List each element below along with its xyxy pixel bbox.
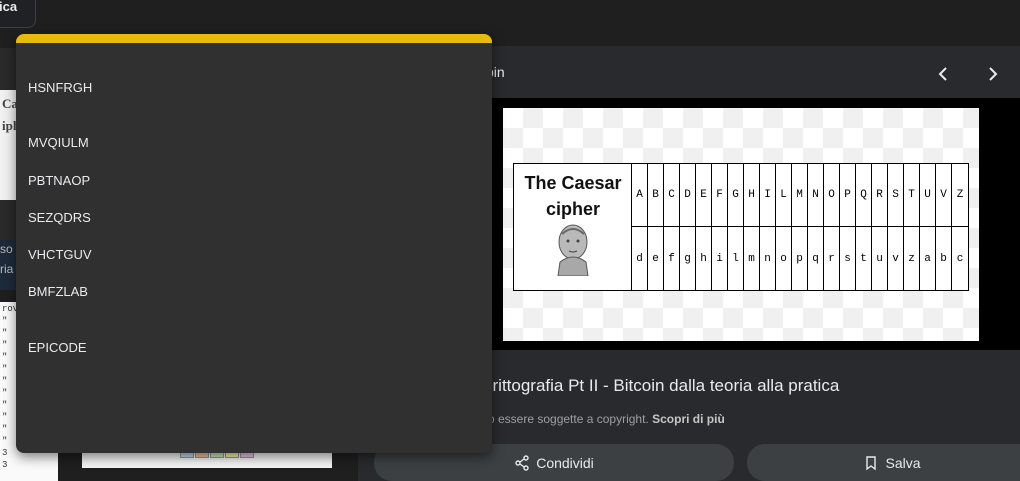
document-text-line: " (2, 412, 8, 422)
cipher-plain-letter: M (792, 164, 808, 227)
background-chip-label: ica (0, 0, 18, 14)
cipher-shifted-letter: v (888, 227, 904, 290)
dropdown-item[interactable]: PBTNAOP (28, 173, 90, 188)
cipher-shifted-letter: f (664, 227, 680, 290)
cipher-shifted-letter: d (632, 227, 648, 290)
cipher-plain-letter: V (936, 164, 952, 227)
cipher-shifted-letter: i (712, 227, 728, 290)
cipher-shifted-letter: e (648, 227, 664, 290)
thumbnail-text: so (0, 242, 13, 256)
document-text-line: " (2, 436, 8, 446)
cipher-shifted-letter: a (920, 227, 936, 290)
save-button[interactable]: Salva (747, 444, 1020, 481)
cipher-plain-letter: B (648, 164, 664, 227)
copyright-notice: ro essere soggette a copyright. Scopri d… (484, 412, 725, 426)
cipher-plain-letter: R (872, 164, 888, 227)
share-icon (515, 454, 529, 471)
cipher-plain-letter: C (664, 164, 680, 227)
dropdown-item[interactable]: EPICODE (28, 340, 87, 355)
cipher-plain-letter: T (904, 164, 920, 227)
dropdown-item[interactable]: MVQIULM (28, 135, 89, 150)
copyright-text: ro essere soggette a copyright. (484, 412, 649, 426)
cipher-alphabet-grid: ABCDEFGHILMNOPQRSTUVZdefghilmnopqrstuvza… (632, 164, 968, 290)
cipher-shifted-letter: b (936, 227, 952, 290)
dropdown-item[interactable]: HSNFRGH (28, 80, 92, 95)
bookmark-icon (866, 455, 877, 470)
thumbnail-text: ria (0, 262, 14, 276)
caesar-cipher-table: The Caesar cipher ABCDEFGHILMNOPQRSTUVZd… (513, 163, 969, 291)
cipher-plain-letter: H (744, 164, 760, 227)
cipher-plain-letter: Z (952, 164, 968, 227)
cipher-plain-letter: I (760, 164, 776, 227)
dropdown-item[interactable]: VHCTGUV (28, 247, 92, 262)
share-label: Condividi (536, 454, 594, 471)
save-label: Salva (885, 454, 921, 471)
cipher-shifted-letter: g (680, 227, 696, 290)
learn-more-link[interactable]: Scopri di più (652, 412, 725, 426)
document-text-line: " (2, 328, 8, 338)
cipher-shifted-letter: r (824, 227, 840, 290)
preview-image[interactable]: The Caesar cipher ABCDEFGHILMNOPQRSTUVZd… (503, 108, 979, 341)
document-text-line: " (2, 364, 8, 374)
cipher-shifted-letter: t (856, 227, 872, 290)
dropdown-accent-bar (16, 34, 492, 43)
cipher-plain-letter: L (776, 164, 792, 227)
cipher-plain-letter: D (680, 164, 696, 227)
cipher-plain-letter: O (824, 164, 840, 227)
cipher-shifted-letter: p (792, 227, 808, 290)
cipher-plain-letter: N (808, 164, 824, 227)
document-text-line: " (2, 352, 8, 362)
document-text-line: 3 (2, 460, 8, 470)
previous-button[interactable] (930, 60, 958, 88)
cipher-plain-letter: F (712, 164, 728, 227)
cipher-shifted-letter: o (776, 227, 792, 290)
result-title[interactable]: crittografia Pt II - Bitcoin dalla teori… (484, 376, 839, 396)
dropdown-item[interactable]: SEZQDRS (28, 210, 91, 225)
next-button[interactable] (978, 60, 1006, 88)
cipher-header-cell: The Caesar cipher (514, 164, 632, 290)
cipher-plain-letter: S (888, 164, 904, 227)
cipher-plain-letter: A (632, 164, 648, 227)
caesar-bust-icon (557, 224, 589, 276)
cipher-shifted-letter: h (696, 227, 712, 290)
cipher-shifted-letter: u (872, 227, 888, 290)
cipher-shifted-letter: c (956, 252, 964, 265)
cipher-shifted-letter: n (760, 227, 776, 290)
cipher-shifted-letter: z (904, 227, 920, 290)
cipher-shifted-letter: q (808, 227, 824, 290)
cipher-plain-letter: P (840, 164, 856, 227)
cipher-shifted-letter: s (840, 227, 856, 290)
cipher-shifted-letter: l (728, 227, 744, 290)
document-text-line: " (2, 400, 8, 410)
document-text-line: " (2, 316, 8, 326)
cipher-shifted-letter: m (744, 227, 760, 290)
cipher-title: The Caesar cipher (524, 173, 622, 219)
cipher-plain-letter: G (728, 164, 744, 227)
dropdown-item[interactable]: BMFZLAB (28, 284, 88, 299)
cipher-plain-letter: Q (856, 164, 872, 227)
chevron-right-icon (989, 67, 998, 81)
suggestions-dropdown: HSNFRGH MVQIULM PBTNAOP SEZQDRS VHCTGUV … (16, 34, 492, 453)
document-text-line: " (2, 388, 8, 398)
document-text-line: " (2, 424, 8, 434)
chevron-left-icon (938, 67, 947, 81)
document-text-line: 3 (2, 448, 8, 458)
cipher-plain-letter: E (696, 164, 712, 227)
background-chip[interactable]: ica (0, 0, 36, 28)
cipher-plain-letter: U (920, 164, 936, 227)
document-text-line: " (2, 376, 8, 386)
document-text-line: " (2, 340, 8, 350)
